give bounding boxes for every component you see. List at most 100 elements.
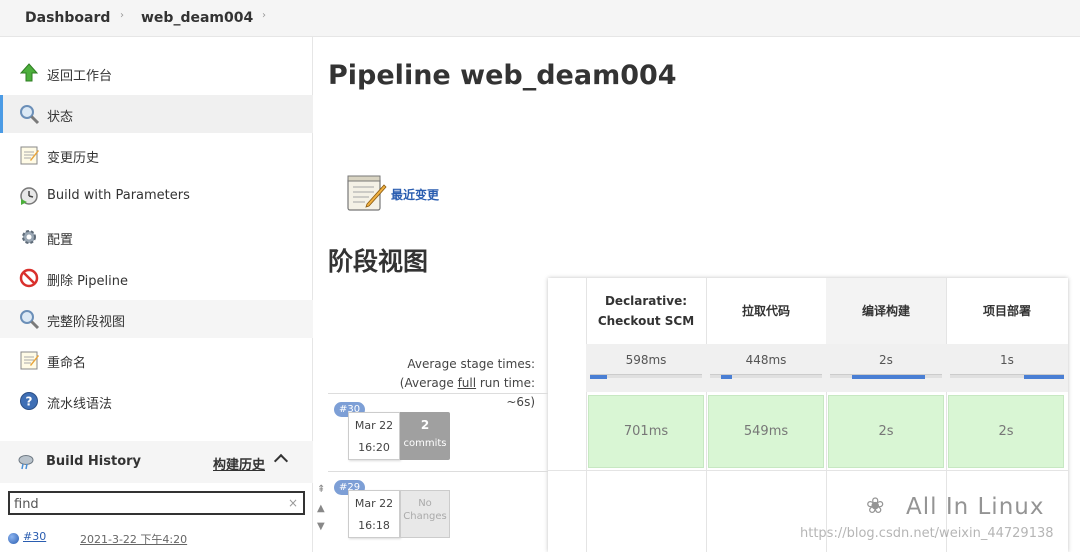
prohibit-icon: [19, 268, 39, 288]
sidebar-item-label: 完整阶段视图: [47, 315, 126, 330]
watermark-url: https://blog.csdn.net/weixin_44729138: [800, 526, 1054, 541]
build-history-header: Build History 构建历史: [0, 441, 313, 483]
clear-icon[interactable]: ×: [288, 496, 298, 510]
build-commits-button[interactable]: 2 commits: [400, 412, 450, 460]
recent-changes-link[interactable]: 最近变更: [391, 186, 439, 203]
build-history-filter[interactable]: ×: [8, 491, 305, 515]
build-row-29[interactable]: #29 Mar 22 16:18 No Changes: [328, 471, 548, 549]
build-date-box: Mar 22 16:20: [348, 412, 400, 460]
notepad-icon: [20, 351, 39, 370]
top-breadcrumb-bar: Dashboard › web_deam004 ›: [0, 0, 1080, 37]
sidebar-item-rename[interactable]: 重命名: [0, 341, 313, 379]
build-number-link[interactable]: #30: [23, 530, 46, 543]
sidebar-item-configure[interactable]: 配置: [0, 218, 313, 256]
stage-header-pull-code: 拉取代码: [741, 304, 790, 318]
average-time-cell: 2s: [826, 344, 946, 392]
build-history-trend-link[interactable]: 构建历史: [213, 454, 265, 473]
up-arrow-icon: [19, 63, 39, 82]
sidebar-item-build-with-parameters[interactable]: Build with Parameters: [0, 177, 313, 215]
breadcrumb-dashboard[interactable]: Dashboard: [25, 10, 110, 26]
commits-label: commits: [403, 438, 447, 449]
magnifier-icon: [20, 105, 40, 125]
sidebar-item-label: 流水线语法: [47, 397, 113, 412]
average-time-cell: 448ms: [706, 344, 826, 392]
stage-duration: 2s: [998, 424, 1014, 439]
build-history-find-input[interactable]: [14, 495, 284, 513]
build-history-title: Build History: [46, 454, 142, 469]
build-day: Mar 22: [354, 497, 394, 510]
help-icon: ?: [20, 392, 38, 410]
build-date-box: Mar 22 16:18: [348, 490, 400, 538]
sidebar-item-status[interactable]: 状态: [0, 95, 313, 133]
sidebar: 返回工作台 状态 变更历史 Build with Parameters 配置 删…: [0, 37, 313, 552]
notepad-icon[interactable]: [345, 172, 387, 214]
no-changes-box: No Changes: [400, 490, 450, 538]
weather-icon: [18, 455, 34, 470]
average-time-bar: [590, 374, 702, 379]
stage-result-cell[interactable]: 2s: [828, 395, 944, 468]
gear-icon: [22, 230, 36, 244]
watermark-brand: All In Linux: [906, 494, 1045, 520]
sidebar-item-label: 重命名: [47, 356, 87, 371]
clock-play-icon: [20, 187, 38, 205]
build-time: 16:18: [358, 519, 390, 532]
sidebar-item-changes[interactable]: 变更历史: [0, 136, 313, 174]
status-ball-icon: [8, 533, 19, 544]
stage-result-cell[interactable]: 2s: [948, 395, 1064, 468]
collapse-caret-icon[interactable]: [273, 453, 289, 469]
average-time-bar: [830, 374, 942, 379]
average-time-bar: [950, 374, 1064, 379]
scroll-up-icon[interactable]: ▲: [317, 503, 325, 514]
scroll-top-icon[interactable]: ⇞: [317, 484, 325, 495]
build-time: 16:20: [358, 441, 390, 454]
sidebar-item-label: 返回工作台: [47, 69, 113, 84]
full-run-link[interactable]: full: [458, 376, 477, 390]
average-time-value: 448ms: [745, 353, 787, 367]
scroll-down-icon[interactable]: ▼: [317, 521, 325, 532]
magnifier-icon: [20, 310, 40, 330]
sidebar-item-label: 变更历史: [47, 151, 100, 166]
row-divider: [548, 470, 1068, 471]
svg-text:?: ?: [26, 395, 33, 409]
average-time-fill: [721, 375, 733, 379]
sidebar-item-label: 配置: [47, 233, 74, 248]
stage-view-title: 阶段视图: [328, 247, 429, 276]
stage-duration: 549ms: [743, 424, 789, 439]
average-time-value: 2s: [879, 353, 893, 367]
build-row-30[interactable]: #30 Mar 22 16:20 2 commits: [328, 393, 548, 471]
build-history-row[interactable]: #30 2021-3-22 下午4:20: [0, 525, 313, 552]
build-date-link[interactable]: 2021-3-22 下午4:20: [80, 531, 187, 547]
average-time-fill: [852, 375, 926, 379]
average-time-value: 1s: [1000, 353, 1014, 367]
sidebar-item-back-to-dashboard[interactable]: 返回工作台: [0, 54, 313, 92]
average-time-fill: [590, 375, 607, 379]
average-time-fill: [1024, 375, 1064, 379]
sidebar-item-delete-pipeline[interactable]: 删除 Pipeline: [0, 259, 313, 297]
stage-header-deploy: 项目部署: [982, 304, 1031, 318]
sidebar-item-label: 删除 Pipeline: [47, 274, 129, 289]
stage-result-cell[interactable]: 701ms: [588, 395, 704, 468]
watermark-logo-icon: ❀: [866, 494, 885, 519]
average-time-bar: [710, 374, 822, 379]
commits-count: 2: [420, 418, 430, 432]
average-time-cell: 598ms: [586, 344, 706, 392]
average-time-value: 598ms: [625, 353, 667, 367]
stage-header-compile: 编译构建: [826, 278, 946, 344]
average-time-cell: 1s: [946, 344, 1068, 392]
build-day: Mar 22: [354, 419, 394, 432]
page-title: Pipeline web_deam004: [328, 60, 677, 91]
notepad-icon: [20, 146, 39, 165]
sidebar-item-label: 状态: [47, 110, 74, 125]
scroll-arrows[interactable]: ⇞ ▲ ▼: [316, 484, 328, 540]
stage-duration: 2s: [878, 424, 894, 439]
breadcrumb-separator-icon[interactable]: ›: [262, 10, 266, 21]
stage-result-cell[interactable]: 549ms: [708, 395, 824, 468]
average-runtime-prefix: (Average: [399, 376, 458, 390]
average-stage-times-line: Average stage times:: [407, 357, 535, 371]
breadcrumb-separator-icon[interactable]: ›: [120, 10, 124, 21]
sidebar-item-pipeline-syntax[interactable]: ? 流水线语法: [0, 382, 313, 420]
sidebar-item-label: Build with Parameters: [47, 188, 190, 203]
stage-header-checkout: Declarative: Checkout SCM: [597, 294, 695, 328]
breadcrumb-job[interactable]: web_deam004: [141, 10, 253, 26]
sidebar-item-full-stage-view[interactable]: 完整阶段视图: [0, 300, 313, 338]
